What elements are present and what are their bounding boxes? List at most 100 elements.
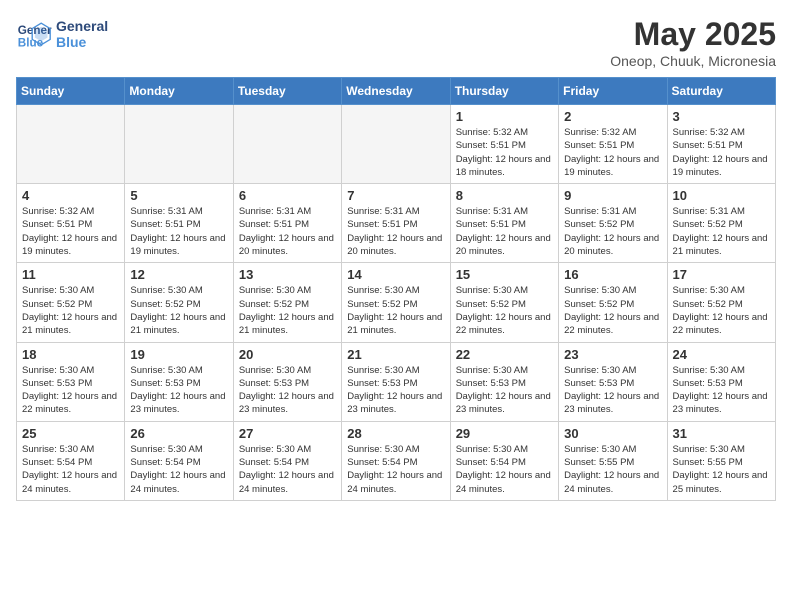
calendar-cell: 20 Sunrise: 5:30 AMSunset: 5:53 PMDayligh… <box>233 342 341 421</box>
calendar-cell: 6Sunrise: 5:31 AMSunset: 5:51 PMDaylight… <box>233 184 341 263</box>
day-number: 17 <box>673 267 770 282</box>
day-number: 6 <box>239 188 336 203</box>
day-number: 13 <box>239 267 336 282</box>
day-header-thursday: Thursday <box>450 78 558 105</box>
day-number: 19 <box>130 347 227 362</box>
cell-info: Sunrise: 5:30 AMSunset: 5:53 PMDaylight:… <box>673 364 770 417</box>
day-header-sunday: Sunday <box>17 78 125 105</box>
day-number: 15 <box>456 267 553 282</box>
cell-info: Sunrise: 5:30 AMSunset: 5:54 PMDaylight:… <box>22 443 119 496</box>
cell-info: Sunrise: 5:31 AMSunset: 5:52 PMDaylight:… <box>564 205 661 258</box>
calendar-cell: 11 Sunrise: 5:30 AMSunset: 5:52 PMDayligh… <box>17 263 125 342</box>
calendar-cell: 5 Sunrise: 5:31 AMSunset: 5:51 PMDaylight… <box>125 184 233 263</box>
day-number: 20 <box>239 347 336 362</box>
cell-info: Sunrise: 5:30 AMSunset: 5:53 PMDaylight:… <box>130 364 227 417</box>
cell-info: Sunrise: 5:30 AMSunset: 5:54 PMDaylight:… <box>347 443 444 496</box>
day-number: 8 <box>456 188 553 203</box>
calendar-cell: 18 Sunrise: 5:30 AMSunset: 5:53 PMDayligh… <box>17 342 125 421</box>
cell-info: Sunrise: 5:32 AMSunset: 5:51 PMDaylight:… <box>456 126 553 179</box>
day-header-saturday: Saturday <box>667 78 775 105</box>
title-block: May 2025 Oneop, Chuuk, Micronesia <box>610 16 776 69</box>
day-number: 26 <box>130 426 227 441</box>
day-number: 10 <box>673 188 770 203</box>
week-row-3: 11 Sunrise: 5:30 AMSunset: 5:52 PMDayligh… <box>17 263 776 342</box>
calendar-cell: 16Sunrise: 5:30 AMSunset: 5:52 PMDayligh… <box>559 263 667 342</box>
day-number: 29 <box>456 426 553 441</box>
day-number: 30 <box>564 426 661 441</box>
calendar-cell <box>342 105 450 184</box>
calendar-cell: 9 Sunrise: 5:31 AMSunset: 5:52 PMDaylight… <box>559 184 667 263</box>
day-number: 1 <box>456 109 553 124</box>
calendar-cell <box>125 105 233 184</box>
calendar-cell: 7 Sunrise: 5:31 AMSunset: 5:51 PMDaylight… <box>342 184 450 263</box>
day-number: 7 <box>347 188 444 203</box>
calendar-cell: 4 Sunrise: 5:32 AMSunset: 5:51 PMDaylight… <box>17 184 125 263</box>
calendar-table: SundayMondayTuesdayWednesdayThursdayFrid… <box>16 77 776 501</box>
cell-info: Sunrise: 5:32 AMSunset: 5:51 PMDaylight:… <box>564 126 661 179</box>
logo-general: General <box>56 18 108 34</box>
calendar-cell: 10Sunrise: 5:31 AMSunset: 5:52 PMDayligh… <box>667 184 775 263</box>
cell-info: Sunrise: 5:30 AMSunset: 5:52 PMDaylight:… <box>347 284 444 337</box>
day-number: 4 <box>22 188 119 203</box>
calendar-body: 1 Sunrise: 5:32 AMSunset: 5:51 PMDaylight… <box>17 105 776 501</box>
calendar-cell: 29 Sunrise: 5:30 AMSunset: 5:54 PMDayligh… <box>450 421 558 500</box>
day-header-friday: Friday <box>559 78 667 105</box>
cell-info: Sunrise: 5:30 AMSunset: 5:52 PMDaylight:… <box>22 284 119 337</box>
calendar-cell: 31 Sunrise: 5:30 AMSunset: 5:55 PMDayligh… <box>667 421 775 500</box>
cell-info: Sunrise: 5:32 AMSunset: 5:51 PMDaylight:… <box>22 205 119 258</box>
calendar-cell: 19 Sunrise: 5:30 AMSunset: 5:53 PMDayligh… <box>125 342 233 421</box>
cell-info: Sunrise: 5:31 AMSunset: 5:51 PMDaylight:… <box>130 205 227 258</box>
calendar-subtitle: Oneop, Chuuk, Micronesia <box>610 53 776 69</box>
day-number: 21 <box>347 347 444 362</box>
calendar-header-row: SundayMondayTuesdayWednesdayThursdayFrid… <box>17 78 776 105</box>
cell-info: Sunrise: 5:30 AMSunset: 5:53 PMDaylight:… <box>456 364 553 417</box>
day-number: 22 <box>456 347 553 362</box>
day-header-wednesday: Wednesday <box>342 78 450 105</box>
calendar-cell: 3Sunrise: 5:32 AMSunset: 5:51 PMDaylight… <box>667 105 775 184</box>
day-number: 9 <box>564 188 661 203</box>
day-number: 2 <box>564 109 661 124</box>
page-header: General Blue General Blue May 2025 Oneop… <box>16 16 776 69</box>
day-header-tuesday: Tuesday <box>233 78 341 105</box>
cell-info: Sunrise: 5:30 AMSunset: 5:53 PMDaylight:… <box>239 364 336 417</box>
calendar-cell: 15 Sunrise: 5:30 AMSunset: 5:52 PMDayligh… <box>450 263 558 342</box>
calendar-cell: 30 Sunrise: 5:30 AMSunset: 5:55 PMDayligh… <box>559 421 667 500</box>
calendar-cell: 24 Sunrise: 5:30 AMSunset: 5:53 PMDayligh… <box>667 342 775 421</box>
calendar-cell: 26 Sunrise: 5:30 AMSunset: 5:54 PMDayligh… <box>125 421 233 500</box>
day-number: 31 <box>673 426 770 441</box>
cell-info: Sunrise: 5:30 AMSunset: 5:52 PMDaylight:… <box>239 284 336 337</box>
logo: General Blue General Blue <box>16 16 108 52</box>
cell-info: Sunrise: 5:30 AMSunset: 5:52 PMDaylight:… <box>673 284 770 337</box>
calendar-cell <box>233 105 341 184</box>
cell-info: Sunrise: 5:30 AMSunset: 5:52 PMDaylight:… <box>456 284 553 337</box>
day-number: 18 <box>22 347 119 362</box>
cell-info: Sunrise: 5:30 AMSunset: 5:54 PMDaylight:… <box>130 443 227 496</box>
calendar-cell: 25 Sunrise: 5:30 AMSunset: 5:54 PMDayligh… <box>17 421 125 500</box>
calendar-cell <box>17 105 125 184</box>
calendar-cell: 27 Sunrise: 5:30 AMSunset: 5:54 PMDayligh… <box>233 421 341 500</box>
day-number: 11 <box>22 267 119 282</box>
cell-info: Sunrise: 5:30 AMSunset: 5:53 PMDaylight:… <box>22 364 119 417</box>
cell-info: Sunrise: 5:30 AMSunset: 5:54 PMDaylight:… <box>456 443 553 496</box>
day-number: 24 <box>673 347 770 362</box>
week-row-5: 25 Sunrise: 5:30 AMSunset: 5:54 PMDayligh… <box>17 421 776 500</box>
cell-info: Sunrise: 5:30 AMSunset: 5:55 PMDaylight:… <box>564 443 661 496</box>
day-number: 27 <box>239 426 336 441</box>
cell-info: Sunrise: 5:31 AMSunset: 5:51 PMDaylight:… <box>456 205 553 258</box>
day-header-monday: Monday <box>125 78 233 105</box>
calendar-cell: 13 Sunrise: 5:30 AMSunset: 5:52 PMDayligh… <box>233 263 341 342</box>
calendar-cell: 14Sunrise: 5:30 AMSunset: 5:52 PMDayligh… <box>342 263 450 342</box>
calendar-cell: 8 Sunrise: 5:31 AMSunset: 5:51 PMDaylight… <box>450 184 558 263</box>
calendar-cell: 22 Sunrise: 5:30 AMSunset: 5:53 PMDayligh… <box>450 342 558 421</box>
day-number: 3 <box>673 109 770 124</box>
day-number: 23 <box>564 347 661 362</box>
calendar-cell: 28 Sunrise: 5:30 AMSunset: 5:54 PMDayligh… <box>342 421 450 500</box>
day-number: 25 <box>22 426 119 441</box>
calendar-cell: 1 Sunrise: 5:32 AMSunset: 5:51 PMDaylight… <box>450 105 558 184</box>
cell-info: Sunrise: 5:30 AMSunset: 5:55 PMDaylight:… <box>673 443 770 496</box>
day-number: 5 <box>130 188 227 203</box>
cell-info: Sunrise: 5:31 AMSunset: 5:51 PMDaylight:… <box>347 205 444 258</box>
cell-info: Sunrise: 5:30 AMSunset: 5:54 PMDaylight:… <box>239 443 336 496</box>
day-number: 28 <box>347 426 444 441</box>
cell-info: Sunrise: 5:30 AMSunset: 5:52 PMDaylight:… <box>130 284 227 337</box>
